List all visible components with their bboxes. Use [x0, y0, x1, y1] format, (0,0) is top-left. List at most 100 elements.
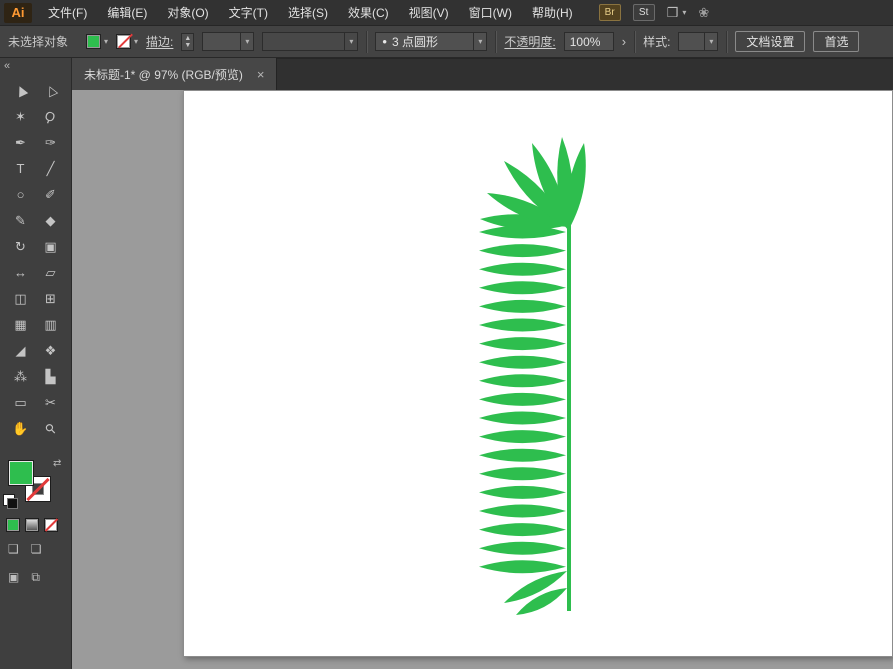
- stroke-weight-combo[interactable]: ▾: [202, 32, 254, 51]
- menu-item-1[interactable]: 编辑(E): [97, 0, 157, 25]
- artboard-tool[interactable]: ▭: [6, 390, 36, 415]
- bridge-button[interactable]: Br: [599, 4, 621, 21]
- opacity-panel-link[interactable]: 不透明度:: [504, 33, 555, 50]
- stroke-color-dropdown[interactable]: ▾: [116, 34, 138, 49]
- chevron-down-icon: ▾: [473, 33, 486, 50]
- workspace-switcher-button[interactable]: ❒ ▾: [667, 5, 687, 21]
- opacity-combo[interactable]: 100%: [564, 32, 614, 51]
- line-segment-tool[interactable]: ╱: [36, 156, 66, 181]
- symbol-sprayer-tool[interactable]: ⁂: [6, 364, 36, 389]
- magic-wand-tool[interactable]: ✶: [6, 104, 36, 129]
- ladder-leaf-2: [479, 263, 566, 276]
- width-tool[interactable]: ↔: [6, 260, 36, 285]
- pen-tool[interactable]: ✒: [6, 130, 36, 155]
- window-mode-icon[interactable]: ⧉: [31, 570, 40, 585]
- gradient-tool[interactable]: ▥: [36, 312, 66, 337]
- opacity-flyout-arrow[interactable]: ›: [622, 34, 626, 49]
- stepper-down-icon[interactable]: ▼: [184, 42, 191, 49]
- sync-status-icon[interactable]: ❀: [698, 5, 709, 21]
- separator: [726, 31, 727, 53]
- opacity-value: 100%: [565, 35, 613, 49]
- artboard[interactable]: [183, 90, 893, 657]
- screen-mode-button[interactable]: ▣: [8, 570, 19, 585]
- default-fill-stroke-button[interactable]: [3, 494, 15, 506]
- menu-item-3[interactable]: 文字(T): [219, 0, 278, 25]
- style-combo[interactable]: ▾: [678, 32, 718, 51]
- menu-bar: Ai 文件(F)编辑(E)对象(O)文字(T)选择(S)效果(C)视图(V)窗口…: [0, 0, 893, 26]
- style-label: 样式:: [643, 33, 670, 50]
- chevron-down-icon: ▾: [240, 33, 253, 50]
- document-tab[interactable]: 未标题-1* @ 97% (RGB/预览) ×: [72, 58, 277, 90]
- menu-item-5[interactable]: 效果(C): [338, 0, 399, 25]
- gradient-mode-button[interactable]: [25, 518, 39, 532]
- ladder-leaf-1: [479, 244, 566, 257]
- line-segment-tool-icon: ╱: [47, 161, 55, 177]
- menu-item-6[interactable]: 视图(V): [399, 0, 459, 25]
- selection-tool-icon: ▶: [11, 83, 30, 99]
- fill-color-indicator[interactable]: [8, 460, 34, 486]
- lasso-tool[interactable]: Ϙ: [36, 104, 66, 129]
- rotate-tool[interactable]: ↻: [6, 234, 36, 259]
- blend-tool-icon: ❖: [45, 343, 57, 359]
- stroke-panel-link[interactable]: 描边:: [146, 33, 173, 50]
- ellipse-tool[interactable]: ○: [6, 182, 36, 207]
- ladder-leaf-8: [479, 374, 566, 387]
- eraser-tool[interactable]: ◆: [36, 208, 66, 233]
- stroke-weight-stepper[interactable]: ▲ ▼: [181, 33, 194, 51]
- direct-selection-tool[interactable]: ▷: [36, 78, 66, 103]
- app-logo[interactable]: Ai: [4, 3, 32, 23]
- free-transform-tool[interactable]: ▱: [36, 260, 66, 285]
- none-mode-button[interactable]: [44, 518, 58, 532]
- ladder-leaf-17: [479, 542, 566, 555]
- menu-item-7[interactable]: 窗口(W): [459, 0, 522, 25]
- menu-item-2[interactable]: 对象(O): [157, 0, 218, 25]
- swap-fill-stroke-button[interactable]: ⇄: [53, 458, 61, 469]
- scale-tool[interactable]: ▣: [36, 234, 66, 259]
- menu-item-8[interactable]: 帮助(H): [522, 0, 583, 25]
- document-setup-button[interactable]: 文档设置: [735, 31, 805, 52]
- eraser-tool-icon: ◆: [46, 213, 56, 229]
- shape-builder-tool-icon: ◫: [14, 291, 26, 307]
- color-mode-row: [6, 518, 58, 532]
- pen-tool-icon: ✒: [15, 135, 26, 151]
- separator: [495, 31, 496, 53]
- collapse-panel-button[interactable]: «: [4, 60, 10, 72]
- ladder-leaf-10: [479, 412, 566, 425]
- eyedropper-tool[interactable]: ◢: [6, 338, 36, 363]
- zoom-tool[interactable]: ⚲: [36, 416, 66, 441]
- artwork-bamboo-branch[interactable]: [184, 91, 893, 658]
- type-tool[interactable]: T: [6, 156, 36, 181]
- stock-button[interactable]: St: [633, 4, 655, 21]
- preferences-button[interactable]: 首选: [813, 31, 859, 52]
- canvas-area[interactable]: [72, 90, 893, 669]
- ladder-leaf-15: [479, 505, 566, 518]
- curvature-tool[interactable]: ✑: [36, 130, 66, 155]
- document-tab-title: 未标题-1* @ 97% (RGB/预览): [84, 66, 243, 83]
- mesh-tool[interactable]: ▦: [6, 312, 36, 337]
- slice-tool[interactable]: ✂: [36, 390, 66, 415]
- direct-selection-tool-icon: ▷: [41, 83, 60, 99]
- blend-tool[interactable]: ❖: [36, 338, 66, 363]
- ladder-leaf-9: [479, 393, 566, 406]
- pencil-tool[interactable]: ✎: [6, 208, 36, 233]
- color-mode-button[interactable]: [6, 518, 20, 532]
- draw-behind-button[interactable]: ❏: [31, 542, 42, 556]
- ladder-leaf-11: [479, 430, 566, 443]
- width-profile-combo[interactable]: ▾: [262, 32, 358, 51]
- ladder-leaf-18: [479, 560, 566, 573]
- hand-tool[interactable]: ✋: [6, 416, 36, 441]
- draw-normal-button[interactable]: ❑: [8, 542, 19, 556]
- selection-tool[interactable]: ▶: [6, 78, 36, 103]
- menu-item-4[interactable]: 选择(S): [278, 0, 338, 25]
- stepper-up-icon[interactable]: ▲: [184, 35, 191, 42]
- brush-definition-combo[interactable]: • 3 点圆形 ▾: [375, 32, 487, 51]
- fill-color-dropdown[interactable]: ▾: [86, 34, 108, 49]
- perspective-grid-tool[interactable]: ⊞: [36, 286, 66, 311]
- stroke-none-swatch: [116, 34, 131, 49]
- graph-tool[interactable]: ▙: [36, 364, 66, 389]
- tab-close-button[interactable]: ×: [257, 67, 265, 82]
- shape-builder-tool[interactable]: ◫: [6, 286, 36, 311]
- paintbrush-tool[interactable]: ✐: [36, 182, 66, 207]
- menu-item-0[interactable]: 文件(F): [38, 0, 97, 25]
- artboard-tool-icon: ▭: [14, 395, 26, 411]
